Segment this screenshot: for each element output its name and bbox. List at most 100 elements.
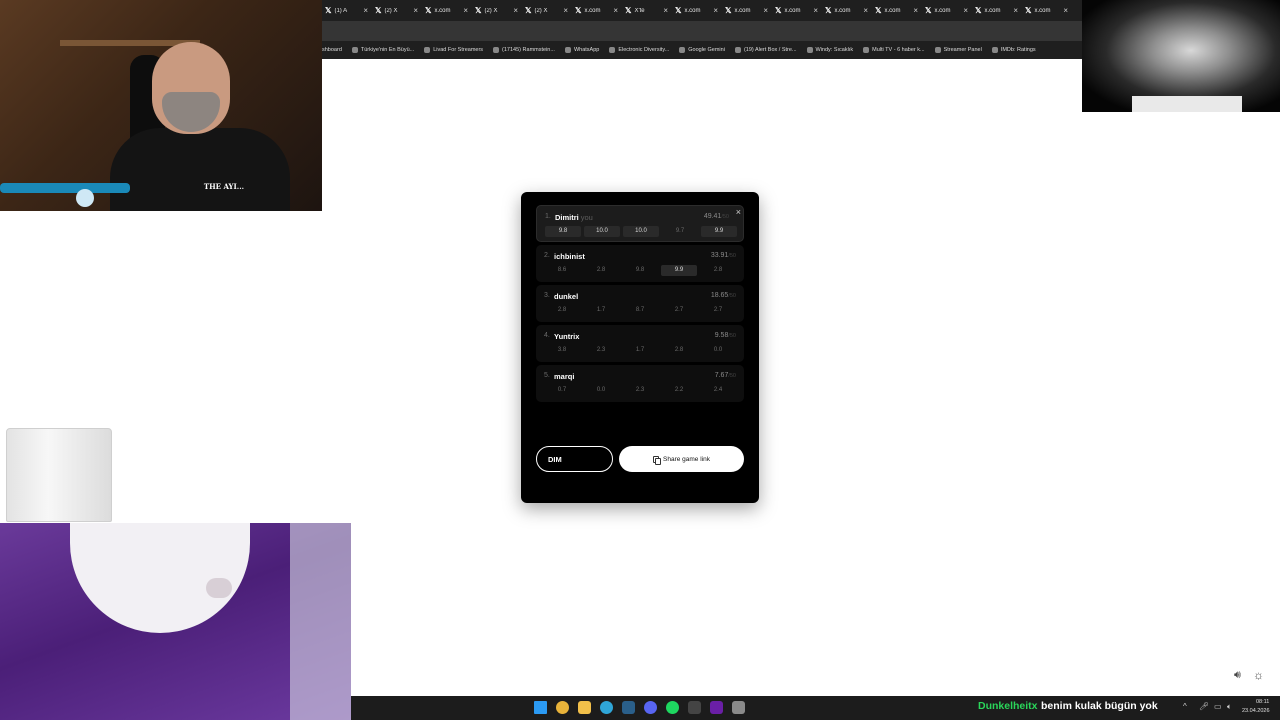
tab-title: x.com	[834, 7, 851, 14]
spotify-icon[interactable]	[666, 701, 679, 714]
bookmark-label: Electronic Diversity...	[618, 47, 670, 53]
edge-icon[interactable]	[600, 701, 613, 714]
glass-overlay	[6, 428, 112, 522]
share-button-label: Share game link	[663, 455, 710, 463]
bookmark-label: (19) Alert Box / Stre...	[743, 47, 797, 53]
bookmark-favicon-icon	[351, 47, 358, 53]
close-icon[interactable]: ×	[813, 6, 822, 15]
x-logo-icon: 𝕏	[375, 6, 382, 15]
player-name-input[interactable]	[536, 446, 613, 472]
browser-tab[interactable]: 𝕏 (2) X ×	[472, 0, 522, 21]
close-icon[interactable]: ×	[613, 6, 622, 15]
microphone-icon[interactable]: 🎤︎	[1199, 702, 1209, 711]
bookmark-item[interactable]: IMDb: Ratings	[991, 47, 1036, 53]
round-score: 9.8	[545, 226, 581, 237]
browser-toolbar	[322, 21, 1082, 41]
browser-tab[interactable]: 𝕏x.com ×	[922, 0, 972, 21]
round-score: 2.8	[596, 267, 606, 273]
browser-tab[interactable]: 𝕏x.com ×	[872, 0, 922, 21]
leaderboard-row: 5. marqi 7.67/50 0.7 0.0 2.3 2.2 2.4	[536, 365, 744, 402]
close-icon[interactable]: ×	[363, 6, 372, 15]
kick-icon[interactable]	[710, 701, 723, 714]
close-icon[interactable]: ×	[913, 6, 922, 15]
leaderboard-row: 4. Yuntrix 9.58/50 3.8 2.3 1.7 2.8 0.0	[536, 325, 744, 362]
tab-title: (2) X	[534, 7, 548, 14]
browser-tab[interactable]: 𝕏 (1) A ×	[322, 0, 372, 21]
browser-tab[interactable]: 𝕏 (2) X ×	[522, 0, 572, 21]
bookmark-label: Streamer Panel	[943, 47, 982, 53]
round-score: 1.7	[635, 347, 645, 353]
browser-tab[interactable]: 𝕏x.com ×	[1022, 0, 1072, 21]
close-icon[interactable]: ×	[663, 6, 672, 15]
x-logo-icon: 𝕏	[675, 6, 682, 15]
tab-title: X'te	[634, 7, 645, 14]
player-rank: 1.	[545, 213, 551, 220]
bookmarks-bar: shboard Türkiye'nin En Büyü... Livad For S…	[322, 41, 1082, 59]
bookmark-label: (17145) Rammstein...	[502, 47, 555, 53]
bookmark-item[interactable]: (19) Alert Box / Stre...	[734, 47, 797, 53]
player-total-score: 7.67/50	[715, 372, 736, 379]
browser-tab[interactable]: 𝕏 (2) X ×	[372, 0, 422, 21]
display-icon[interactable]: ▭	[1214, 702, 1222, 711]
clock-date[interactable]: 23.04.2026	[1242, 708, 1270, 714]
round-scores: 9.8 10.0 10.0 9.7 9.9	[545, 226, 737, 237]
close-icon[interactable]: ×	[1063, 6, 1072, 15]
bookmark-item[interactable]: Livad For Streamers	[424, 47, 483, 53]
player-total-score: 18.65/50	[711, 292, 736, 299]
dog-webcam	[0, 523, 351, 720]
settings-icon[interactable]	[732, 701, 745, 714]
bookmark-item[interactable]: Türkiye'nin En Büyü...	[351, 47, 414, 53]
chrome-icon[interactable]	[556, 701, 569, 714]
close-icon[interactable]: ×	[736, 207, 741, 217]
microphone-arm	[0, 183, 130, 193]
bookmark-item[interactable]: (17145) Rammstein...	[493, 47, 555, 53]
close-icon[interactable]: ×	[563, 6, 572, 15]
browser-tab[interactable]: 𝕏x.com ×	[772, 0, 822, 21]
sun-icon[interactable]: ☼	[1253, 668, 1264, 682]
close-icon[interactable]: ×	[513, 6, 522, 15]
volume-tray-icon[interactable]: 🔈︎	[1227, 702, 1232, 712]
bookmark-item[interactable]: Streamer Panel	[934, 47, 982, 53]
tab-title: x.com	[434, 7, 451, 14]
player-name-text: dunkel	[554, 292, 579, 301]
browser-tab[interactable]: 𝕏x.com ×	[822, 0, 872, 21]
player-name-text: Dimitri	[555, 213, 579, 222]
bookmark-item[interactable]: Multi TV - 6 haber k...	[863, 47, 925, 53]
browser-tab[interactable]: 𝕏 X'te ×	[622, 0, 672, 21]
total-value: 33.91	[710, 252, 729, 259]
bookmark-item[interactable]: Electronic Diversity...	[609, 47, 669, 53]
bookmark-item[interactable]: Windy: Sıcaklık	[806, 47, 853, 53]
file-explorer-icon[interactable]	[578, 701, 591, 714]
close-icon[interactable]: ×	[463, 6, 472, 15]
browser-tab[interactable]: 𝕏x.com ×	[722, 0, 772, 21]
close-icon[interactable]: ×	[963, 6, 972, 15]
steam-icon[interactable]	[622, 701, 635, 714]
close-icon[interactable]: ×	[713, 6, 722, 15]
total-value: 9.58	[714, 332, 729, 339]
discord-icon[interactable]	[644, 701, 657, 714]
player-name: ichbinist	[554, 252, 585, 261]
chevron-up-icon[interactable]: ^	[1183, 702, 1187, 711]
round-score: 8.7	[635, 307, 645, 313]
bookmark-item[interactable]: WhatsApp	[564, 47, 599, 53]
close-icon[interactable]: ×	[863, 6, 872, 15]
close-icon[interactable]: ×	[1013, 6, 1022, 15]
browser-tab[interactable]: 𝕏x.com ×	[672, 0, 722, 21]
windows-start-icon[interactable]	[534, 701, 547, 714]
browser-tab[interactable]: 𝕏x.com ×	[572, 0, 622, 21]
bookmark-item[interactable]: Google Gemini	[679, 47, 725, 53]
close-icon[interactable]: ×	[413, 6, 422, 15]
blanket	[290, 523, 351, 720]
share-game-link-button[interactable]: Share game link	[619, 446, 744, 472]
close-icon[interactable]: ×	[763, 6, 772, 15]
bookmark-item[interactable]: shboard	[322, 47, 342, 53]
browser-tab[interactable]: 𝕏x.com ×	[972, 0, 1022, 21]
round-score: 8.6	[557, 267, 567, 273]
round-score: 2.7	[674, 307, 684, 313]
shirt-logo: THE AYI...	[203, 182, 245, 191]
browser-tab[interactable]: 𝕏x.com ×	[422, 0, 472, 21]
clock-time[interactable]: 08:11	[1256, 699, 1269, 705]
epic-games-icon[interactable]	[688, 701, 701, 714]
speaker-icon[interactable]: 🔊︎	[1234, 669, 1241, 682]
bookmark-favicon-icon	[424, 47, 431, 53]
